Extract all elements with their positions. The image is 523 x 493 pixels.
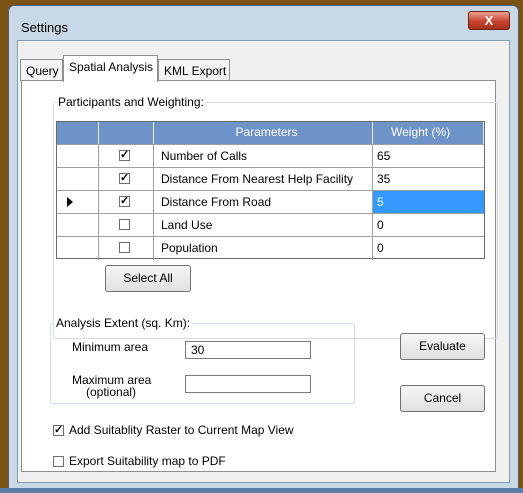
parameter-name: Land Use: [154, 214, 373, 236]
tab-spatial-analysis[interactable]: Spatial Analysis: [63, 55, 158, 82]
table-row[interactable]: Land Use 0: [57, 214, 484, 237]
row-checkbox-cell[interactable]: ✓: [99, 145, 154, 167]
parameter-name: Population: [154, 237, 373, 260]
taskbar-strip: [0, 488, 523, 493]
current-row-pointer-icon: [67, 197, 73, 207]
row-header[interactable]: [57, 145, 99, 167]
parameters-column-header[interactable]: Parameters: [154, 122, 373, 144]
dialog-client: Query Spatial Analysis KML Export Partic…: [17, 40, 510, 483]
parameter-name: Distance From Road: [154, 191, 373, 213]
table-row[interactable]: ✓ Number of Calls 65: [57, 145, 484, 168]
weight-cell[interactable]: 0: [373, 214, 484, 236]
table-row[interactable]: ✓ Distance From Nearest Help Facility 35: [57, 168, 484, 191]
weight-cell[interactable]: 0: [373, 237, 484, 260]
minimum-area-input[interactable]: 30: [185, 341, 311, 359]
close-icon: X: [484, 13, 494, 28]
export-pdf-label[interactable]: Export Suitability map to PDF: [69, 454, 226, 468]
parameter-name: Distance From Nearest Help Facility: [154, 168, 373, 190]
tab-spatial-analysis-label: Spatial Analysis: [69, 60, 154, 74]
row-checkbox[interactable]: [119, 242, 130, 253]
row-header[interactable]: [57, 214, 99, 236]
tab-query-label: Query: [26, 64, 59, 78]
tab-query[interactable]: Query: [20, 59, 63, 81]
checkbox-column-header[interactable]: [99, 122, 154, 144]
weight-cell-selected[interactable]: 5: [373, 191, 484, 213]
row-header[interactable]: [57, 191, 99, 213]
grid-header-row: Parameters Weight (%): [57, 122, 484, 145]
row-header[interactable]: [57, 168, 99, 190]
maximum-area-optional-label: (optional): [86, 385, 137, 399]
cancel-button[interactable]: Cancel: [400, 385, 485, 412]
table-row[interactable]: ✓ Distance From Road 5: [57, 191, 484, 214]
row-checkbox-cell[interactable]: [99, 214, 154, 236]
row-checkbox[interactable]: ✓: [119, 150, 130, 161]
select-all-button[interactable]: Select All: [105, 265, 191, 292]
maximum-area-input[interactable]: [185, 375, 311, 393]
row-header[interactable]: [57, 237, 99, 260]
analysis-extent-legend: Analysis Extent (sq. Km):: [54, 316, 193, 330]
title-bar[interactable]: Settings X: [9, 6, 518, 38]
parameter-name: Number of Calls: [154, 145, 373, 167]
row-checkbox-cell[interactable]: ✓: [99, 191, 154, 213]
minimum-area-label: Minimum area: [72, 340, 149, 354]
row-checkbox[interactable]: [119, 219, 130, 230]
participants-legend: Participants and Weighting:: [56, 95, 206, 109]
spatial-analysis-panel: Participants and Weighting: Parameters W…: [21, 80, 498, 472]
tab-kml-export[interactable]: KML Export: [158, 59, 230, 81]
weight-column-header[interactable]: Weight (%): [373, 122, 484, 144]
parameters-grid: Parameters Weight (%) ✓ Number of Calls …: [56, 121, 485, 260]
weight-cell[interactable]: 35: [373, 168, 484, 190]
window-title: Settings: [21, 20, 68, 35]
close-button[interactable]: X: [468, 11, 510, 30]
weight-cell[interactable]: 65: [373, 145, 484, 167]
tab-kml-export-label: KML Export: [164, 64, 227, 78]
table-row[interactable]: Population 0: [57, 237, 484, 260]
evaluate-button[interactable]: Evaluate: [400, 333, 485, 360]
grid-corner-header: [57, 122, 99, 144]
settings-window: Settings X Query Spatial Analysis KML Ex…: [8, 5, 519, 490]
row-checkbox-cell[interactable]: [99, 237, 154, 260]
row-checkbox-cell[interactable]: ✓: [99, 168, 154, 190]
export-pdf-checkbox[interactable]: [53, 456, 64, 467]
add-raster-checkbox[interactable]: ✓: [53, 425, 64, 436]
row-checkbox[interactable]: ✓: [119, 173, 130, 184]
add-raster-label[interactable]: Add Suitablity Raster to Current Map Vie…: [69, 423, 294, 437]
row-checkbox[interactable]: ✓: [119, 196, 130, 207]
